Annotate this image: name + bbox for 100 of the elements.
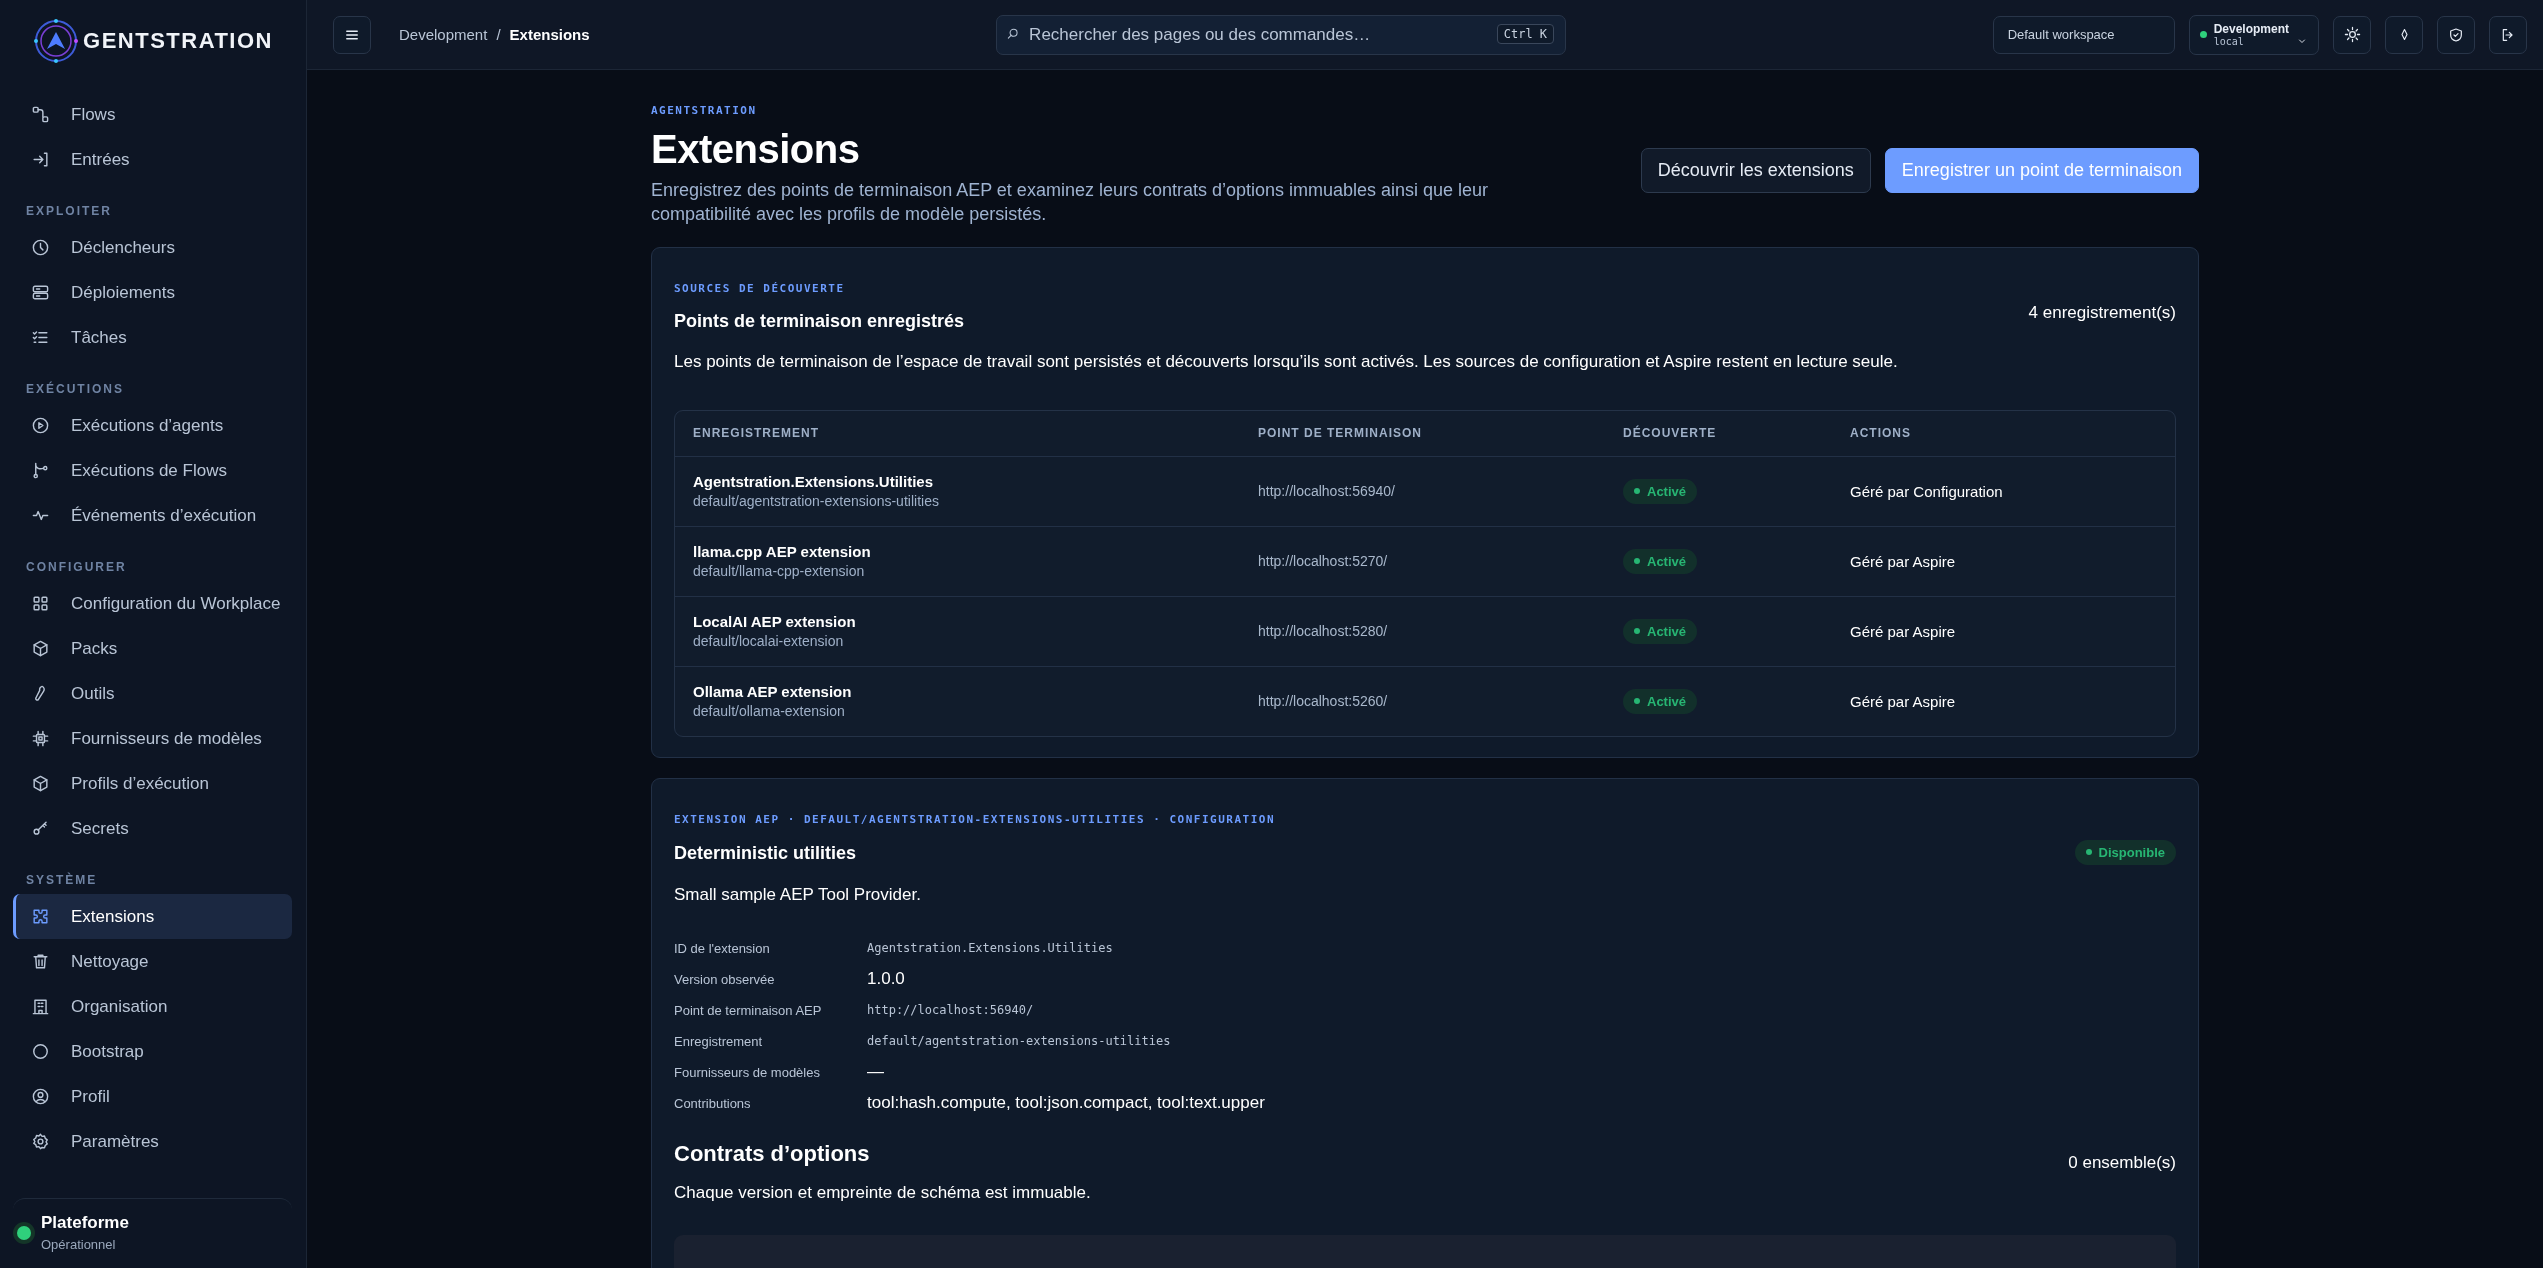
- column-header: ENREGISTREMENT: [693, 426, 820, 441]
- sidebar-item[interactable]: Profil: [13, 1074, 292, 1119]
- section-heading: SYSTÈME: [25, 871, 99, 889]
- sidebar-item[interactable]: Déploiements: [13, 270, 292, 315]
- building-icon: [31, 997, 50, 1016]
- endpoint-url: http://localhost:5270/: [1258, 553, 1389, 570]
- key-icon: [31, 819, 50, 838]
- brand-name: GENTSTRATION: [83, 28, 273, 54]
- registration-path: default/llama-cpp-extension: [693, 563, 866, 580]
- record-count: 4 enregistrement(s): [2028, 303, 2176, 324]
- column-header: POINT DE TERMINAISON: [1258, 426, 1423, 441]
- field-value: http://localhost:56940/: [867, 1002, 1035, 1020]
- card-description: Les points de terminaison de l’espace de travail sont persistés et découverts lorsqu’ils sont activés. Les sources de configuration et Aspire restent en lecture seule.: [674, 351, 1899, 372]
- logout-button[interactable]: [2489, 15, 2527, 54]
- logo-icon: [33, 18, 80, 64]
- sidebar-item[interactable]: Outils: [13, 671, 292, 716]
- workspace-select[interactable]: Default workspace: [1992, 15, 2175, 54]
- card-description: Small sample AEP Tool Provider.: [674, 884, 922, 905]
- environment-select[interactable]: Development local: [2188, 14, 2319, 55]
- sidebar-item[interactable]: Secrets: [13, 806, 292, 851]
- card-title: Points de terminaison enregistrés: [674, 310, 965, 332]
- breadcrumb-item: Extensions: [509, 26, 590, 43]
- field-label: Enregistrement: [674, 1032, 764, 1051]
- status-subtitle: Opérationnel: [41, 1237, 117, 1252]
- sidebar-item[interactable]: Fournisseurs de modèles: [13, 716, 292, 761]
- circle-icon: [31, 1042, 50, 1061]
- security-button[interactable]: [2437, 15, 2475, 54]
- server-icon: [31, 283, 50, 302]
- status-badge: Activé: [1623, 548, 1698, 574]
- breadcrumb-separator: /: [496, 26, 501, 43]
- sidebar-item[interactable]: Déclencheurs: [13, 225, 292, 270]
- user-icon: [31, 1087, 50, 1106]
- status-dot-icon: [17, 1225, 31, 1240]
- sidebar-item[interactable]: Tâches: [13, 315, 292, 360]
- cube-icon: [31, 639, 50, 658]
- field-value: tool:hash.compute, tool:json.compact, tool:text.upper: [867, 1092, 1266, 1115]
- section-heading: EXÉCUTIONS: [25, 380, 125, 398]
- puzzle-icon: [31, 907, 50, 926]
- sidebar-item[interactable]: Configuration du Workplace: [13, 581, 292, 626]
- action-text: Géré par Configuration: [1850, 482, 2004, 500]
- sun-icon: [2343, 26, 2361, 43]
- endpoint-url: http://localhost:5260/: [1258, 693, 1389, 710]
- nodes-icon: [31, 105, 50, 124]
- chip-icon: [31, 729, 50, 748]
- branch-icon: [31, 461, 50, 480]
- section-heading: EXPLOITER: [25, 203, 113, 220]
- section-description: Chaque version et empreinte de schéma est immuable.: [674, 1182, 1092, 1203]
- sidebar-item[interactable]: Nettoyage: [13, 939, 292, 984]
- registration-path: default/ollama-extension: [693, 703, 846, 720]
- field-value: 1.0.0: [867, 968, 906, 991]
- action-text: Géré par Aspire: [1850, 692, 1957, 710]
- sidebar-item[interactable]: Événements d’exécution: [13, 493, 292, 538]
- card-title: Deterministic utilities: [674, 842, 857, 864]
- sidebar-item[interactable]: Packs: [13, 626, 292, 671]
- set-count: 0 ensemble(s): [2068, 1152, 2176, 1173]
- extension-name: LocalAI AEP extension: [693, 613, 857, 631]
- eyebrow-label: SOURCES DE DÉCOUVERTE: [674, 281, 846, 295]
- section-title: Contrats d’options: [674, 1140, 870, 1167]
- page-description: Enregistrez des points de terminaison AEP et examinez leurs contrats d’options immuables ainsi que leur compatibilité avec les profils de modèle persistés.: [651, 179, 1490, 227]
- sidebar-item[interactable]: Bootstrap: [13, 1029, 292, 1074]
- menu-button[interactable]: [333, 15, 371, 54]
- eyebrow-label: AGENTSTRATION: [651, 104, 758, 117]
- field-label: Fournisseurs de modèles: [674, 1063, 821, 1082]
- status-dot-icon: [2199, 31, 2207, 38]
- theme-button[interactable]: [2333, 15, 2371, 54]
- shield-icon: [2448, 26, 2464, 43]
- status-badge: Activé: [1623, 478, 1698, 504]
- sidebar-item[interactable]: Exécutions d’agents: [13, 403, 292, 448]
- field-value: Agentstration.Extensions.Utilities: [867, 940, 1114, 958]
- breadcrumb-item[interactable]: Development: [399, 26, 488, 43]
- registration-path: default/agentstration-extensions-utilities: [693, 493, 940, 510]
- field-label: Version observée: [674, 970, 776, 989]
- action-text: Géré par Aspire: [1850, 622, 1957, 640]
- eyebrow-label: EXTENSION AEP · DEFAULT/AGENTSTRATION-EXTENSIONS-UTILITIES · CONFIGURATION: [674, 812, 1277, 826]
- settings-icon: [31, 1132, 50, 1151]
- sidebar-item[interactable]: Organisation: [13, 984, 292, 1029]
- discover-button[interactable]: Découvrir les extensions: [1640, 148, 1871, 193]
- registration-path: default/localai-extension: [693, 633, 845, 650]
- column-header: DÉCOUVERTE: [1623, 426, 1718, 441]
- sidebar-item[interactable]: Exécutions de Flows: [13, 448, 292, 493]
- field-value: —: [867, 1061, 885, 1084]
- sidebar-item[interactable]: Extensions: [13, 894, 292, 939]
- endpoint-url: http://localhost:56940/: [1258, 483, 1396, 500]
- sidebar-item[interactable]: Flows: [13, 92, 292, 137]
- cube-icon: [31, 774, 50, 793]
- page-title: Extensions: [651, 127, 861, 172]
- status-title: Plateforme: [41, 1213, 129, 1233]
- endpoint-url: http://localhost:5280/: [1258, 623, 1389, 640]
- action-text: Géré par Aspire: [1850, 552, 1957, 570]
- status-badge: Activé: [1623, 688, 1698, 714]
- play-icon: [31, 416, 50, 435]
- clock-icon: [31, 238, 50, 257]
- field-label: ID de l'extension: [674, 939, 771, 958]
- sidebar-item[interactable]: Profils d’exécution: [13, 761, 292, 806]
- sidebar-item[interactable]: Entrées: [13, 137, 292, 182]
- sidebar-item[interactable]: Paramètres: [13, 1119, 292, 1164]
- enter-icon: [31, 150, 50, 169]
- field-label: Contributions: [674, 1094, 752, 1113]
- column-header: ACTIONS: [1850, 426, 1912, 441]
- status-badge: Activé: [1623, 618, 1698, 644]
